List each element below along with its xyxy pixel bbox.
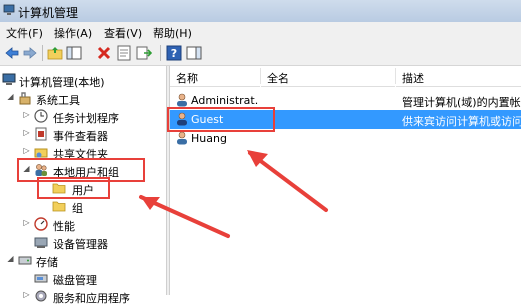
tree-label: 磁盘管理 bbox=[53, 274, 97, 287]
storage-icon bbox=[18, 256, 32, 265]
menu-file[interactable]: 文件(F) bbox=[6, 25, 43, 41]
title-bar: 计算机管理 bbox=[0, 0, 521, 23]
column-header-label: 描述 bbox=[402, 72, 424, 85]
collapsed-arrow-icon[interactable]: ▷ bbox=[22, 128, 31, 137]
menu-view[interactable]: 查看(V) bbox=[104, 25, 142, 41]
expanded-arrow-icon[interactable]: ◢ bbox=[6, 92, 15, 101]
clock-icon bbox=[34, 109, 48, 123]
tree-label: 共享文件夹 bbox=[53, 148, 108, 161]
window-title: 计算机管理 bbox=[18, 6, 79, 20]
column-header-name[interactable]: 名称 bbox=[170, 66, 260, 87]
collapsed-arrow-icon[interactable]: ▷ bbox=[22, 146, 31, 155]
expanded-arrow-icon[interactable]: ◢ bbox=[6, 254, 15, 263]
console-tree: 计算机管理(本地) ◢ 系统工具 ▷ 任务计划程序 ▷ 事件查看器 ▷ 共享文件… bbox=[0, 66, 166, 305]
menu-help[interactable]: 帮助(H) bbox=[153, 25, 192, 41]
computer-management-icon bbox=[2, 73, 16, 85]
tree-label: 系统工具 bbox=[36, 94, 80, 107]
column-header-label: 全名 bbox=[267, 72, 289, 85]
tree-label: 存储 bbox=[36, 256, 58, 269]
users-icon bbox=[35, 164, 47, 176]
tree-label: 性能 bbox=[53, 220, 75, 233]
tree-label: 设备管理器 bbox=[53, 238, 108, 251]
up-folder-icon[interactable] bbox=[47, 45, 63, 61]
collapsed-arrow-icon[interactable]: ▷ bbox=[22, 218, 31, 227]
column-header-fullname[interactable]: 全名 bbox=[261, 66, 395, 87]
shared-folder-icon bbox=[34, 148, 48, 158]
toolbar: ? bbox=[0, 41, 521, 66]
cell-name: Huang bbox=[191, 132, 227, 145]
back-icon[interactable] bbox=[4, 45, 20, 61]
tree-label: 本地用户和组 bbox=[53, 166, 119, 179]
cell-description: 供来宾访问计算机或访问域 bbox=[402, 115, 521, 128]
cell-name: Guest bbox=[191, 113, 224, 126]
folder-icon bbox=[52, 201, 66, 212]
column-header-label: 名称 bbox=[176, 72, 198, 85]
tree-label: 用户 bbox=[72, 184, 94, 197]
user-list: 名称 全名 描述 Administrat... 管理计算机(域)的内置帐户 Gu… bbox=[170, 66, 521, 295]
expanded-arrow-icon[interactable]: ◢ bbox=[22, 164, 31, 173]
help-icon[interactable]: ? bbox=[166, 45, 182, 61]
table-row-selected[interactable]: Guest 供来宾访问计算机或访问域 bbox=[170, 110, 521, 129]
tree-label: 计算机管理(本地) bbox=[19, 76, 105, 89]
collapsed-arrow-icon[interactable]: ▷ bbox=[22, 110, 31, 119]
disk-icon bbox=[34, 274, 48, 283]
user-icon bbox=[177, 131, 187, 145]
properties-icon[interactable] bbox=[116, 45, 132, 61]
action-pane-icon[interactable] bbox=[186, 45, 202, 61]
export-list-icon[interactable] bbox=[136, 45, 152, 61]
toolbar-separator bbox=[42, 45, 43, 61]
menu-action[interactable]: 操作(A) bbox=[54, 25, 92, 41]
tools-icon bbox=[19, 92, 31, 105]
console-tree-icon[interactable] bbox=[66, 45, 82, 61]
event-viewer-icon bbox=[35, 127, 47, 141]
forward-icon[interactable] bbox=[22, 45, 38, 61]
cell-name: Administrat... bbox=[191, 94, 259, 107]
tree-label: 任务计划程序 bbox=[53, 112, 119, 125]
delete-icon[interactable] bbox=[96, 45, 112, 61]
device-manager-icon bbox=[34, 237, 48, 248]
tree-label: 服务和应用程序 bbox=[53, 292, 130, 305]
tree-label: 组 bbox=[72, 202, 83, 215]
services-icon bbox=[35, 290, 47, 302]
folder-icon bbox=[52, 183, 66, 194]
user-icon bbox=[177, 112, 187, 126]
computer-management-icon bbox=[3, 4, 15, 15]
menu-bar: 文件(F) 操作(A) 查看(V) 帮助(H) bbox=[0, 22, 521, 41]
svg-text:?: ? bbox=[171, 47, 177, 60]
table-row[interactable]: Huang bbox=[170, 129, 521, 148]
performance-icon bbox=[34, 217, 48, 231]
user-icon bbox=[177, 93, 187, 107]
tree-label: 事件查看器 bbox=[53, 130, 108, 143]
table-row[interactable]: Administrat... 管理计算机(域)的内置帐户 bbox=[170, 91, 521, 110]
toolbar-separator bbox=[160, 45, 161, 61]
column-header-description[interactable]: 描述 bbox=[396, 66, 521, 87]
cell-description: 管理计算机(域)的内置帐户 bbox=[402, 96, 521, 109]
